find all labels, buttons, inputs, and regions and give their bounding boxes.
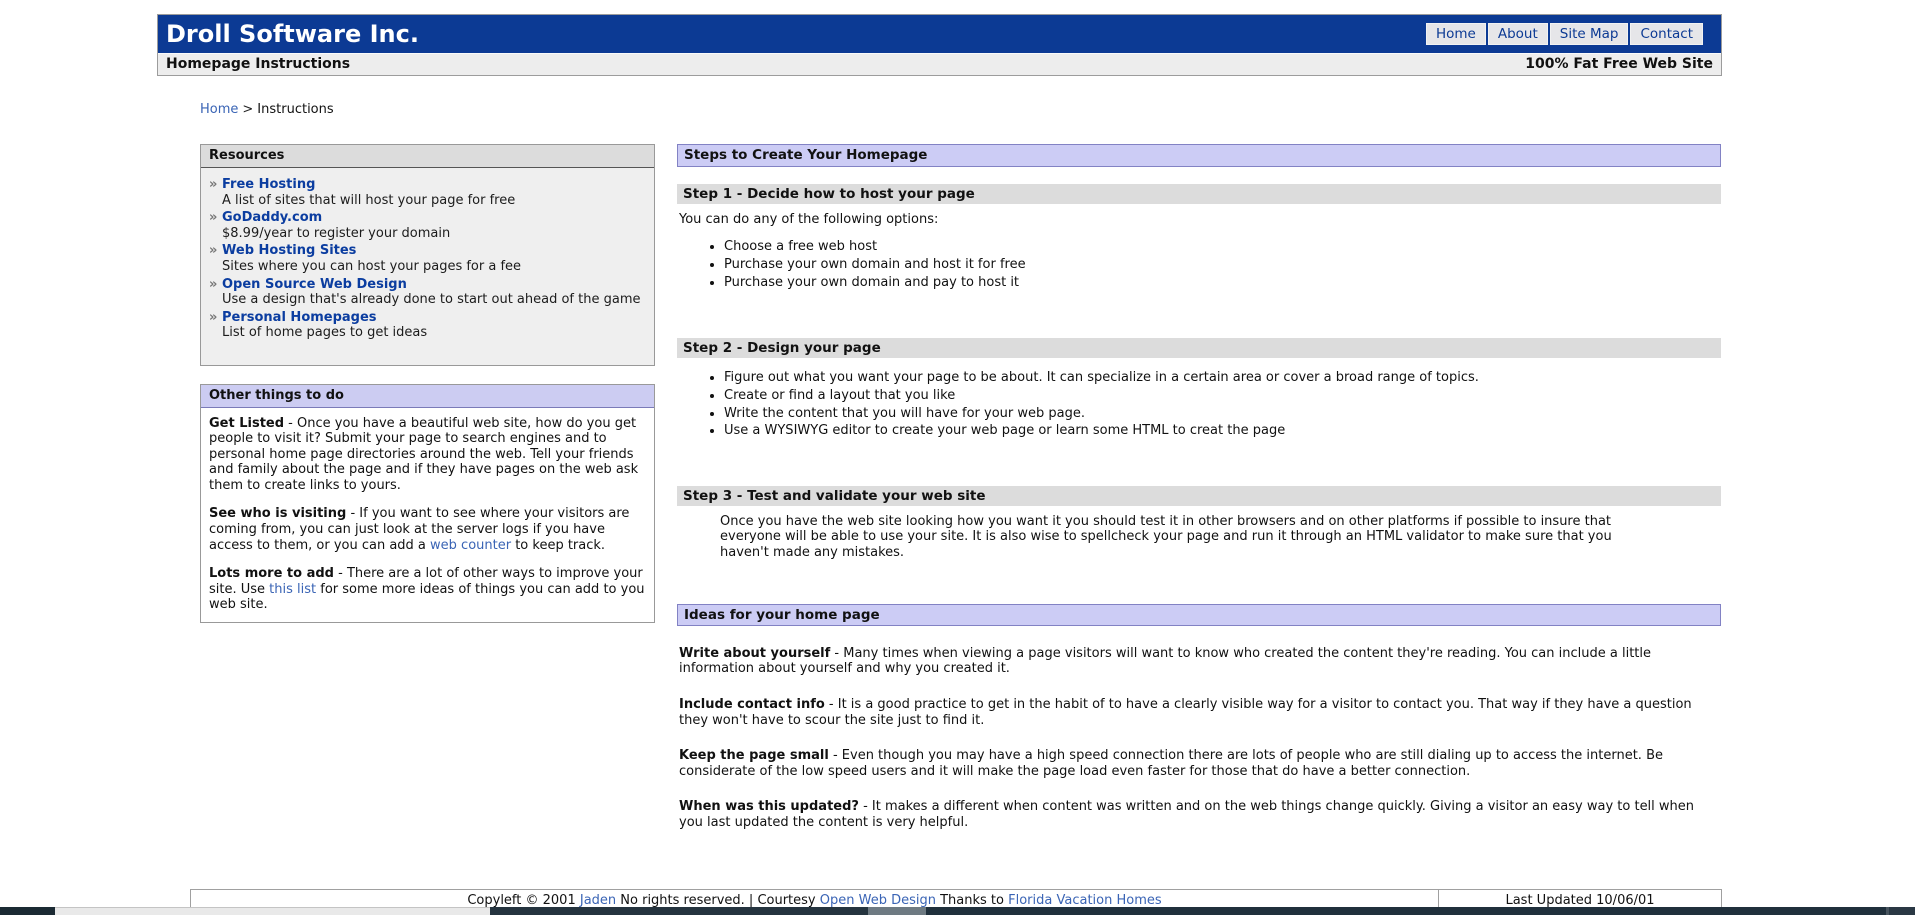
double-chevron-icon: »: [209, 177, 217, 193]
list-item: » Open Source Web Design Use a design th…: [209, 277, 646, 308]
this-list-link[interactable]: this list: [269, 582, 316, 597]
include-contact-info-paragraph: Include contact info - It is a good prac…: [679, 697, 1721, 728]
taskbar-segment: [868, 907, 926, 915]
site-title: Droll Software Inc.: [158, 20, 1424, 49]
step2-heading: Step 2 - Design your page: [677, 338, 1721, 358]
page-header-bar: Homepage Instructions 100% Fat Free Web …: [158, 53, 1721, 75]
list-item: Figure out what you want your page to be…: [724, 370, 1721, 386]
paragraph-lead: When was this updated?: [679, 799, 859, 814]
nav-home-button[interactable]: Home: [1426, 23, 1486, 45]
taskbar-segment: [0, 907, 55, 915]
other-things-body: Get Listed - Once you have a beautiful w…: [201, 408, 654, 623]
open-web-design-link[interactable]: Open Web Design: [820, 893, 936, 908]
paragraph-lead: See who is visiting: [209, 506, 346, 521]
list-item: Write the content that you will have for…: [724, 406, 1721, 422]
paragraph-text: - It is a good practice to get in the ha…: [679, 697, 1692, 728]
see-who-is-visiting-paragraph: See who is visiting - If you want to see…: [209, 506, 646, 553]
paragraph-lead: Keep the page small: [679, 748, 829, 763]
step1-heading: Step 1 - Decide how to host your page: [677, 184, 1721, 204]
paragraph-lead: Get Listed: [209, 416, 284, 431]
breadcrumb-separator: >: [242, 102, 253, 117]
free-hosting-link[interactable]: Free Hosting: [222, 177, 315, 192]
step1-intro: You can do any of the following options:: [679, 212, 1721, 228]
personal-homepages-link[interactable]: Personal Homepages: [222, 310, 377, 325]
list-item-description: List of home pages to get ideas: [222, 325, 646, 341]
open-source-web-design-link[interactable]: Open Source Web Design: [222, 277, 407, 292]
web-counter-link[interactable]: web counter: [430, 538, 511, 553]
step3-heading: Step 3 - Test and validate your web site: [677, 486, 1721, 506]
paragraph-lead: Write about yourself: [679, 646, 830, 661]
copyleft-text: Copyleft © 2001: [467, 893, 580, 908]
step3-paragraph: Once you have the web site looking how y…: [720, 514, 1641, 561]
when-was-this-updated-paragraph: When was this updated? - It makes a diff…: [679, 799, 1721, 830]
keep-the-page-small-paragraph: Keep the page small - Even though you ma…: [679, 748, 1721, 779]
other-things-box-title: Other things to do: [201, 385, 654, 408]
resources-box-title: Resources: [201, 145, 654, 168]
list-item-description: Sites where you can host your pages for …: [222, 259, 646, 275]
thanks-text: Thanks to: [936, 893, 1008, 908]
list-item-description: $8.99/year to register your domain: [222, 226, 646, 242]
taskbar-segment: [490, 907, 868, 915]
masthead: Droll Software Inc. Home About Site Map …: [157, 14, 1722, 76]
nav-contact-button[interactable]: Contact: [1630, 23, 1703, 45]
breadcrumb: Home > Instructions: [200, 102, 1722, 118]
list-item-description: Use a design that's already done to star…: [222, 292, 646, 308]
list-item: » GoDaddy.com $8.99/year to register you…: [209, 210, 646, 241]
resources-list: » Free Hosting A list of sites that will…: [201, 168, 654, 365]
paragraph-lead: Lots more to add: [209, 566, 334, 581]
double-chevron-icon: »: [209, 277, 217, 293]
lots-more-to-add-paragraph: Lots more to add - There are a lot of ot…: [209, 566, 646, 613]
taskbar-window-button[interactable]: [55, 907, 490, 915]
double-chevron-icon: »: [209, 210, 217, 226]
main-nav: Home About Site Map Contact: [1424, 23, 1703, 45]
nav-about-button[interactable]: About: [1488, 23, 1548, 45]
tagline: 100% Fat Free Web Site: [1525, 56, 1713, 73]
jaden-link[interactable]: Jaden: [580, 893, 616, 908]
breadcrumb-home-link[interactable]: Home: [200, 102, 238, 117]
godaddy-link[interactable]: GoDaddy.com: [222, 210, 322, 225]
double-chevron-icon: »: [209, 310, 217, 326]
steps-section-title: Steps to Create Your Homepage: [677, 144, 1721, 166]
page-title: Homepage Instructions: [166, 56, 350, 73]
list-item: Use a WYSIWYG editor to create your web …: [724, 423, 1721, 439]
web-hosting-sites-link[interactable]: Web Hosting Sites: [222, 243, 356, 258]
no-rights-text: No rights reserved. | Courtesy: [616, 893, 820, 908]
step2-bullet-list: Figure out what you want your page to be…: [677, 370, 1721, 438]
main-content: Steps to Create Your Homepage Step 1 - D…: [677, 144, 1721, 830]
content-columns: Resources » Free Hosting A list of sites…: [157, 144, 1722, 830]
get-listed-paragraph: Get Listed - Once you have a beautiful w…: [209, 416, 646, 494]
list-item: Choose a free web host: [724, 239, 1721, 255]
taskbar: [0, 907, 1915, 915]
breadcrumb-current: Instructions: [257, 102, 333, 117]
sidebar: Resources » Free Hosting A list of sites…: [200, 144, 655, 623]
list-item: Purchase your own domain and pay to host…: [724, 275, 1721, 291]
ideas-section-title: Ideas for your home page: [677, 604, 1721, 626]
taskbar-segment: [1889, 907, 1915, 915]
paragraph-lead: Include contact info: [679, 697, 825, 712]
site-container: Droll Software Inc. Home About Site Map …: [157, 14, 1722, 912]
list-item: » Free Hosting A list of sites that will…: [209, 177, 646, 208]
top-banner: Droll Software Inc. Home About Site Map …: [158, 15, 1721, 53]
step1-bullet-list: Choose a free web host Purchase your own…: [677, 239, 1721, 290]
list-item: Purchase your own domain and host it for…: [724, 257, 1721, 273]
list-item: » Personal Homepages List of home pages …: [209, 310, 646, 341]
taskbar-segment: [926, 907, 1886, 915]
other-things-box: Other things to do Get Listed - Once you…: [200, 384, 655, 623]
resources-box: Resources » Free Hosting A list of sites…: [200, 144, 655, 366]
list-item: » Web Hosting Sites Sites where you can …: [209, 243, 646, 274]
list-item-description: A list of sites that will host your page…: [222, 193, 646, 209]
paragraph-text: to keep track.: [511, 538, 605, 553]
nav-sitemap-button[interactable]: Site Map: [1550, 23, 1629, 45]
double-chevron-icon: »: [209, 243, 217, 259]
list-item: Create or find a layout that you like: [724, 388, 1721, 404]
write-about-yourself-paragraph: Write about yourself - Many times when v…: [679, 646, 1721, 677]
florida-vacation-homes-link[interactable]: Florida Vacation Homes: [1008, 893, 1162, 908]
